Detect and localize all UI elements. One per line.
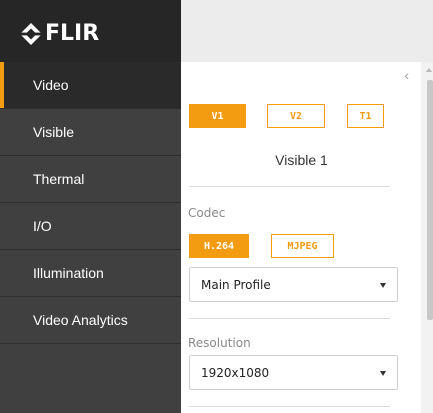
profile-select[interactable]: Main Profile <box>189 267 398 302</box>
stream-v1-button[interactable]: V1 <box>189 104 246 128</box>
sidebar-nav: Video Visible Thermal I/O Illumination V… <box>0 62 181 344</box>
sidebar-item-thermal[interactable]: Thermal <box>0 156 181 203</box>
resolution-select[interactable]: 1920x1080 <box>189 355 398 390</box>
divider <box>189 406 390 407</box>
codec-h264-button[interactable]: H.264 <box>189 234 249 258</box>
codec-label: Codec <box>188 206 226 220</box>
scroll-up-icon[interactable] <box>426 68 432 72</box>
logo-text: FLIR <box>45 21 100 46</box>
video-settings-panel: ‹ V1 V2 T1 Visible 1 Codec H.264 MJPEG M… <box>181 62 421 413</box>
top-header <box>181 0 433 62</box>
collapse-panel-icon[interactable]: ‹ <box>404 67 409 83</box>
resolution-select-value: 1920x1080 <box>201 365 270 380</box>
sidebar-item-io[interactable]: I/O <box>0 203 181 250</box>
chevron-down-icon <box>380 282 386 288</box>
sidebar-item-illumination[interactable]: Illumination <box>0 250 181 297</box>
logo-bar: FLIR <box>0 0 181 62</box>
codec-mjpeg-button[interactable]: MJPEG <box>271 234 334 258</box>
divider <box>189 318 390 319</box>
chevron-down-icon <box>380 370 386 376</box>
sidebar-item-video-analytics[interactable]: Video Analytics <box>0 297 181 344</box>
profile-select-value: Main Profile <box>201 277 271 292</box>
flir-logo: FLIR <box>19 22 99 46</box>
sidebar-item-video[interactable]: Video <box>0 62 181 109</box>
divider <box>189 186 390 187</box>
stream-name: Visible 1 <box>275 152 328 168</box>
resolution-label: Resolution <box>188 336 251 350</box>
stream-t1-button[interactable]: T1 <box>347 104 384 128</box>
sidebar: FLIR Video Visible Thermal I/O Illuminat… <box>0 0 181 413</box>
sidebar-item-visible[interactable]: Visible <box>0 109 181 156</box>
scrollbar-thumb[interactable] <box>427 80 433 320</box>
flir-logo-icon <box>20 23 42 45</box>
stream-v2-button[interactable]: V2 <box>267 104 325 128</box>
